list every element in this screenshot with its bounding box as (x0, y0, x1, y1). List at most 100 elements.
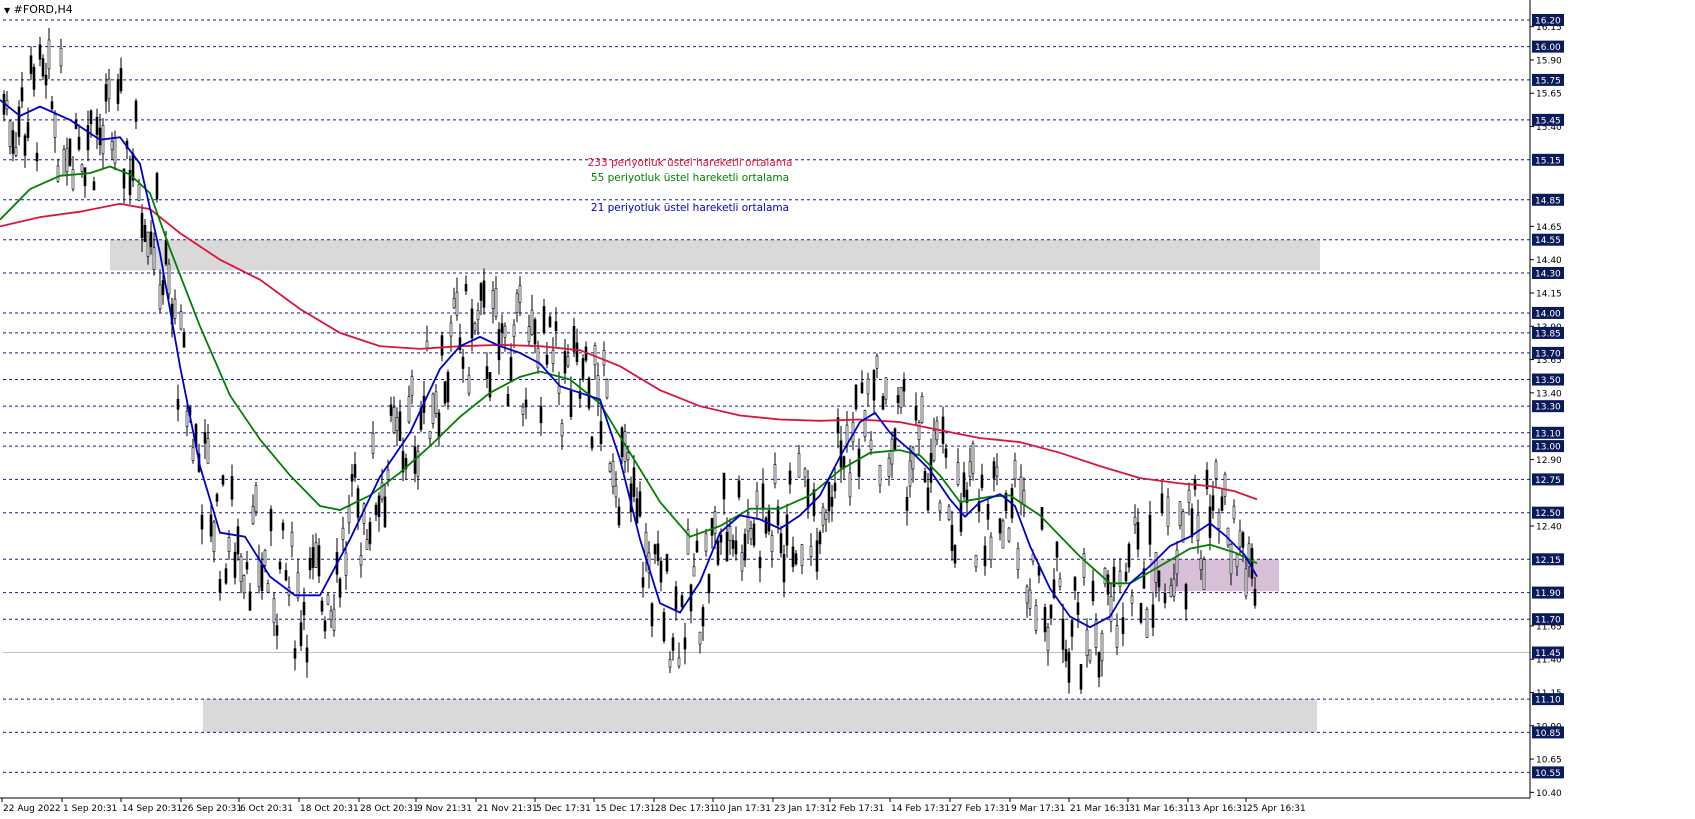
candle-body (1043, 606, 1047, 633)
candle-body (1217, 512, 1221, 529)
candle-body (803, 468, 807, 478)
candle-body (41, 58, 45, 77)
candle-body (494, 288, 498, 317)
candle-body (857, 448, 861, 477)
candle-body (326, 594, 330, 605)
candle-body (23, 135, 27, 156)
candle-body (107, 78, 111, 100)
candle-body (1088, 649, 1092, 662)
candle-body (677, 657, 681, 667)
level-price-label: 10.85 (1535, 729, 1561, 739)
candle-body (650, 603, 654, 627)
candle-body (32, 66, 36, 90)
candle-body (47, 39, 51, 70)
candle-body (389, 404, 393, 416)
candle-body (443, 381, 447, 404)
level-price-label: 14.30 (1535, 270, 1561, 280)
candle-body (806, 479, 810, 509)
candle-body (1100, 632, 1104, 662)
candle-body (353, 464, 357, 478)
y-tick-label: 13.40 (1536, 389, 1562, 399)
candle-body (536, 347, 540, 369)
candle-body (392, 407, 396, 433)
candle-body (710, 517, 714, 536)
x-tick-label: 28 Dec 17:31 (655, 804, 716, 814)
candle-body (893, 428, 897, 450)
candle-body (674, 586, 678, 610)
candle-body (341, 527, 345, 540)
candle-body (734, 540, 738, 555)
candle-body (545, 354, 549, 365)
candle-body (209, 514, 213, 537)
candle-body (1178, 501, 1182, 526)
candle-body (203, 432, 207, 444)
candle-body (86, 125, 90, 151)
candle-body (206, 438, 210, 464)
candle-body (371, 432, 375, 454)
price-chart[interactable]: 233 periyotluk üstel hareketli ortalama 5… (0, 0, 1695, 819)
level-price-label: 15.75 (1535, 76, 1561, 86)
level-price-label: 13.70 (1535, 349, 1561, 359)
candle-body (1079, 664, 1083, 690)
candle-body (212, 521, 216, 552)
y-tick-label: 14.15 (1536, 289, 1562, 299)
candle-body (146, 231, 150, 257)
candle-body (980, 474, 984, 488)
candle-body (815, 540, 819, 572)
candle-body (119, 68, 123, 92)
candle-body (914, 406, 918, 421)
candle-body (563, 351, 567, 374)
level-price-label: 13.10 (1535, 429, 1561, 439)
candle-body (641, 577, 645, 588)
candle-body (716, 540, 720, 565)
candle-body (920, 396, 924, 423)
candle-body (635, 498, 639, 524)
candle-body (395, 417, 399, 432)
candle-body (359, 555, 363, 566)
candle-body (884, 377, 888, 400)
candle-body (791, 546, 795, 568)
candle-body (560, 423, 564, 437)
candle-body (1190, 508, 1194, 537)
candle-body (377, 495, 381, 517)
y-tick-label: 10.40 (1536, 789, 1562, 799)
candle-body (248, 591, 252, 611)
candle-body (1160, 493, 1164, 514)
candle-body (56, 165, 60, 182)
candle-body (281, 522, 285, 531)
candle-body (89, 110, 93, 125)
candle-body (470, 308, 474, 339)
candle-body (71, 169, 75, 190)
candle-body (65, 147, 69, 173)
candle-body (866, 378, 870, 395)
candle-body (143, 224, 147, 242)
x-tick-label: 23 Jan 17:31 (774, 804, 831, 814)
resistance-zone (110, 239, 1320, 271)
candle-body (1223, 473, 1227, 497)
level-price-label: 15.15 (1535, 156, 1561, 166)
x-tick-label: 22 Aug 2022 (3, 804, 61, 814)
candle-body (704, 533, 708, 552)
level-price-label: 14.85 (1535, 196, 1561, 206)
candle-body (764, 517, 768, 534)
candle-body (479, 283, 483, 301)
candle-body (770, 535, 774, 553)
candle-body (269, 508, 273, 532)
candle-body (1175, 549, 1179, 575)
candle-body (809, 546, 813, 557)
candle-body (35, 152, 39, 162)
ema-annotation: 233 periyotluk üstel hareketli ortalama (588, 157, 793, 169)
candle-body (566, 356, 570, 367)
candle-body (134, 100, 138, 122)
candle-body (398, 411, 402, 442)
candle-body (887, 457, 891, 477)
level-price-label: 13.85 (1535, 329, 1561, 339)
candle-body (671, 637, 675, 651)
candle-body (44, 74, 48, 86)
x-tick-label: 5 Dec 17:31 (536, 804, 591, 814)
candle-body (161, 280, 165, 296)
candle-body (1253, 588, 1257, 606)
support-zone (203, 699, 1317, 733)
candle-body (473, 323, 477, 332)
candle-body (788, 470, 792, 485)
